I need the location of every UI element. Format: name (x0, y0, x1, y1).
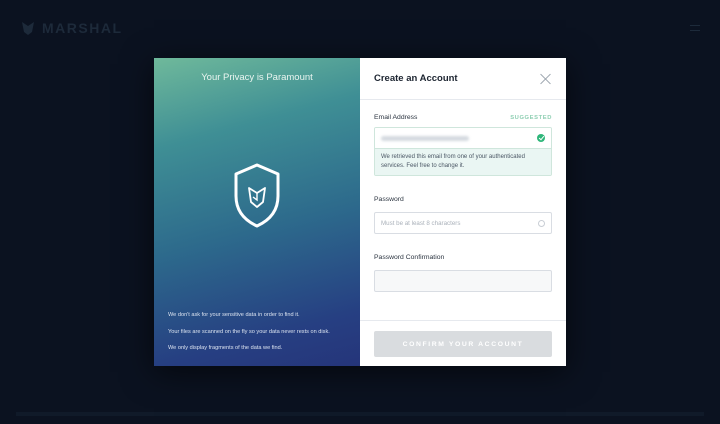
password-confirmation-label: Password Confirmation (374, 254, 445, 262)
email-value-blurred (381, 135, 469, 141)
logo-text: MARSHAL (42, 20, 123, 36)
password-confirmation-group: Password Confirmation (374, 246, 552, 293)
email-field[interactable] (375, 128, 551, 148)
check-icon (537, 134, 545, 142)
password-group: Password (374, 188, 552, 235)
password-input[interactable] (381, 219, 531, 227)
modal-footer: CONFIRM YOUR ACCOUNT (360, 320, 566, 366)
email-field-container: We retrieved this email from one of your… (374, 127, 552, 177)
privacy-note: Your files are scanned on the fly so you… (168, 328, 330, 335)
password-status-icon (538, 219, 545, 227)
email-suggestion-note: We retrieved this email from one of your… (375, 148, 551, 176)
modal-title: Create an Account (374, 73, 458, 84)
menu-icon[interactable] (690, 25, 700, 31)
account-form: Email Address SUGGESTED We retrieved thi… (360, 100, 566, 293)
privacy-notes: We don't ask for your sensitive data in … (168, 312, 350, 352)
app-logo: MARSHAL (20, 20, 123, 36)
password-label: Password (374, 196, 404, 204)
logo-icon (22, 22, 34, 35)
password-confirmation-container (374, 270, 552, 293)
confirm-account-button[interactable]: CONFIRM YOUR ACCOUNT (374, 331, 552, 357)
privacy-note: We don't ask for your sensitive data in … (168, 311, 300, 318)
account-form-panel: Create an Account Email Address SUGGESTE… (360, 58, 566, 366)
privacy-panel: Your Privacy is Paramount We don't ask f… (154, 58, 360, 366)
background-bar (16, 412, 704, 416)
privacy-title: Your Privacy is Paramount (201, 72, 313, 83)
email-label: Email Address (374, 114, 418, 121)
password-field-container (374, 212, 552, 235)
modal-header: Create an Account (360, 58, 566, 100)
email-label-row: Email Address SUGGESTED (374, 114, 552, 121)
suggested-badge: SUGGESTED (510, 114, 552, 121)
privacy-note: We only display fragments of the data we… (168, 345, 283, 352)
create-account-modal: Your Privacy is Paramount We don't ask f… (154, 58, 566, 366)
password-confirmation-input[interactable] (375, 271, 551, 292)
shield-fox-icon (234, 163, 280, 228)
close-icon[interactable] (540, 73, 552, 85)
